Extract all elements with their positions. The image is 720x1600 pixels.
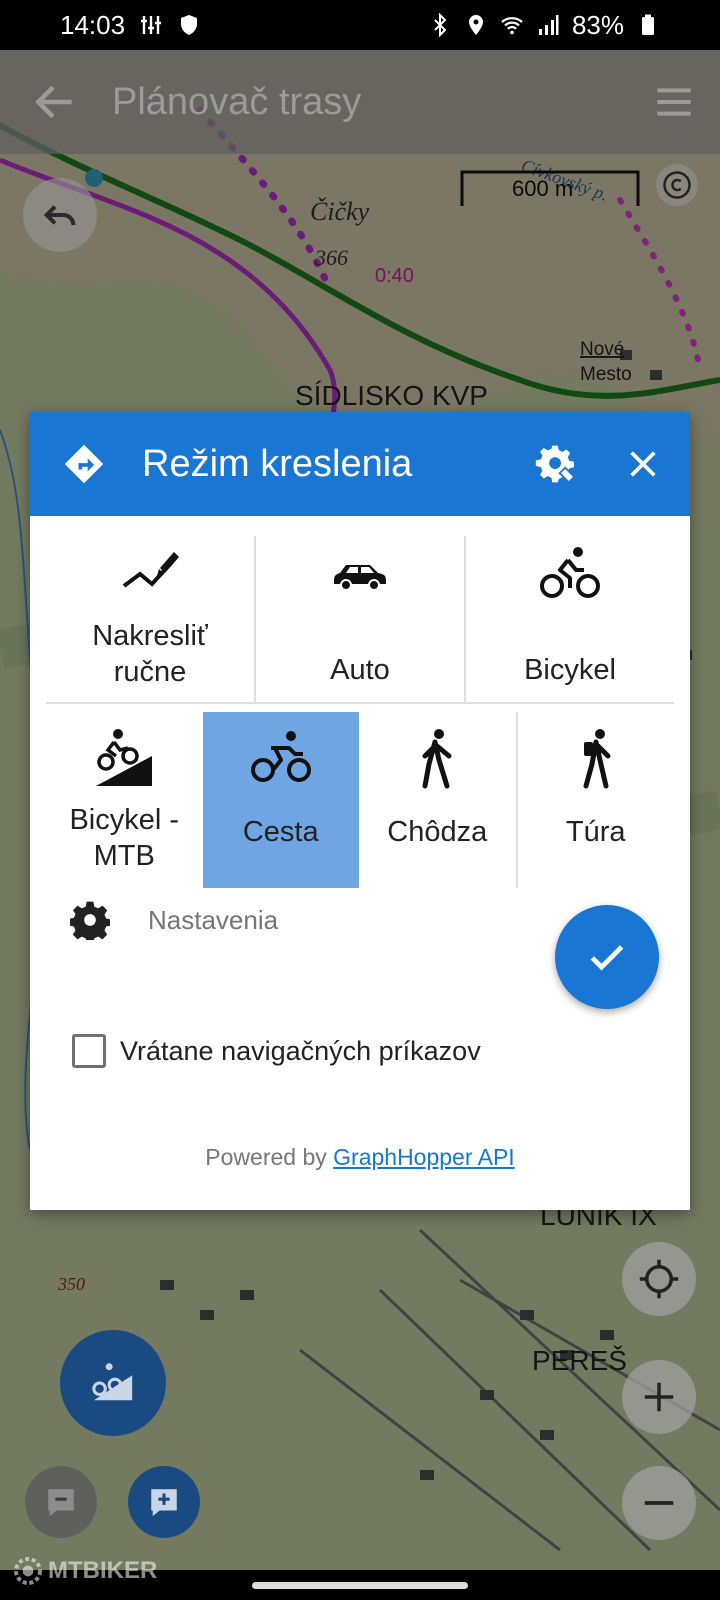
mode-car[interactable]: Auto [254,536,464,702]
crosshair-icon [639,1259,679,1299]
routing-mode-fab[interactable] [60,1330,166,1436]
mode-walk[interactable]: Chôdza [359,712,516,888]
zoom-out-button[interactable] [622,1466,696,1540]
page-title: Plánovač trasy [112,80,362,123]
mode-label: Cesta [242,816,319,848]
gear-icon [70,901,110,940]
mode-label: Auto [330,654,390,686]
mode-label: Chôdza [387,816,488,848]
shield-icon [181,15,198,35]
add-point-button[interactable] [128,1466,200,1538]
status-time: 14:03 [60,9,126,40]
mode-road-selected[interactable]: Cesta [202,712,359,888]
mtb-icon [92,1363,133,1401]
app-bar: Plánovač trasy [0,50,720,154]
powered-by-text: Powered by [205,1144,334,1170]
mode-label: Bicykel [524,654,616,686]
equalizer-icon [141,16,162,34]
remove-comment-icon [48,1489,74,1517]
gesture-nav-handle[interactable] [252,1582,468,1589]
location-icon [468,15,483,35]
watermark-text: MTBIKER [48,1557,158,1584]
bluetooth-icon [434,13,447,37]
mode-label: Bicykel - MTB [69,804,180,872]
checkbox-label: Vrátane navigačných príkazov [120,1035,481,1066]
gear-logo-icon [14,1557,42,1585]
plus-icon [644,1382,674,1412]
minus-icon [644,1501,674,1505]
road-bike-icon [250,731,311,782]
mode-hike[interactable]: Túra [515,712,675,888]
back-arrow-icon[interactable] [30,77,80,127]
mode-bicycle[interactable]: Bicykel [464,536,674,702]
drawing-mode-dialog: Režim kreslenia Nakresliť ručne Auto Bicy… [30,412,690,1210]
dialog-header: Režim kreslenia [30,412,690,516]
add-comment-icon [151,1489,177,1517]
mtb-icon [96,729,153,786]
copyright-button[interactable] [656,164,698,206]
draw-line-icon [122,552,179,588]
mode-label: Nakresliť ručne [92,620,208,688]
status-bar: 14:03 83% [0,0,720,50]
watermark: MTBIKER [12,1555,157,1587]
dialog-title: Režim kreslenia [142,442,413,485]
my-location-button[interactable] [622,1242,696,1316]
wifi-icon [501,17,523,35]
settings-row[interactable]: Nastavenia [70,900,278,940]
navigation-commands-option[interactable]: Vrátane navigačných príkazov [72,1034,481,1068]
bicycle-icon [540,547,600,598]
copyright-icon [663,171,691,199]
graphhopper-link[interactable]: GraphHopper API [333,1144,515,1170]
menu-icon[interactable] [654,85,694,119]
check-icon [590,945,624,971]
signal-icon [538,15,559,35]
mode-row-1: Nakresliť ručne Auto Bicykel [46,536,674,704]
walk-icon [422,729,452,789]
route-settings-icon[interactable] [534,442,578,486]
confirm-button[interactable] [555,905,659,1009]
battery-icon [642,14,654,35]
undo-button[interactable] [23,178,97,252]
powered-by: Powered by GraphHopper API [30,1144,690,1171]
mode-label: Túra [565,816,626,848]
mode-manual[interactable]: Nakresliť ručne [46,536,254,702]
hike-icon [583,729,611,789]
zoom-in-button[interactable] [622,1360,696,1434]
car-icon [334,565,386,591]
directions-icon [64,444,104,484]
battery-percent: 83% [571,9,624,40]
remove-point-button[interactable] [25,1466,97,1538]
mode-row-2: Bicykel - MTB Cesta Chôdza Túra [46,712,674,888]
settings-label: Nastavenia [148,904,279,935]
close-icon[interactable] [626,447,660,481]
undo-icon [43,205,76,226]
mode-mtb[interactable]: Bicykel - MTB [46,712,203,888]
navigation-commands-checkbox[interactable] [72,1034,106,1068]
